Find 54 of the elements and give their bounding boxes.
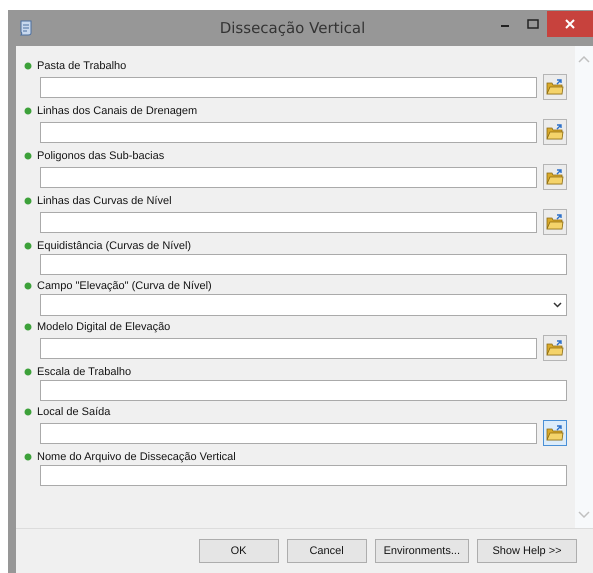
required-dot-icon [24, 323, 32, 331]
field-label: Nome do Arquivo de Dissecação Vertical [37, 451, 236, 463]
field-label: Linhas das Curvas de Nível [37, 195, 172, 207]
text-field[interactable] [40, 254, 567, 275]
field-label: Poligonos das Sub-bacias [37, 150, 164, 162]
dialog-button[interactable]: Environments... [374, 539, 469, 563]
window-title: Dissecação Vertical [218, 19, 366, 37]
folder-icon [546, 79, 564, 95]
folder-icon [546, 340, 564, 356]
field-label: Campo "Elevação" (Curva de Nível) [37, 280, 212, 292]
required-dot-icon [24, 62, 32, 70]
maximize-icon [527, 19, 539, 29]
path-field[interactable] [40, 122, 537, 142]
required-dot-icon [24, 152, 32, 160]
field-label: Linhas dos Canais de Drenagem [37, 105, 198, 117]
browse-button[interactable] [543, 335, 567, 361]
path-field[interactable] [40, 212, 537, 232]
browse-button[interactable] [543, 420, 567, 446]
dialog-button[interactable]: OK [198, 539, 279, 563]
folder-icon [546, 214, 564, 230]
scroll-up-icon[interactable] [578, 56, 590, 63]
dropdown-field[interactable] [40, 294, 567, 316]
folder-icon [546, 425, 564, 441]
required-dot-icon [24, 197, 32, 205]
field-label: Equidistância (Curvas de Nível) [37, 240, 192, 252]
field-label: Pasta de Trabalho [37, 60, 126, 72]
required-dot-icon [24, 368, 32, 376]
close-button[interactable] [547, 11, 593, 37]
required-dot-icon [24, 282, 32, 290]
required-dot-icon [24, 408, 32, 416]
close-icon [565, 19, 575, 29]
browse-button[interactable] [543, 119, 567, 145]
text-field[interactable] [40, 380, 567, 401]
folder-icon [546, 124, 564, 140]
path-field[interactable] [40, 422, 537, 444]
browse-button[interactable] [543, 209, 567, 235]
required-dot-icon [24, 453, 32, 461]
dialog-button[interactable]: Cancel [286, 539, 367, 563]
chevron-down-icon [553, 302, 562, 308]
field-label: Modelo Digital de Elevação [37, 321, 170, 333]
field-label: Escala de Trabalho [37, 366, 132, 378]
path-field[interactable] [40, 76, 537, 98]
scroll-icon [18, 19, 34, 37]
dialog-button[interactable]: Show Help >> [477, 539, 577, 563]
path-field[interactable] [40, 166, 537, 188]
browse-button[interactable] [543, 164, 567, 190]
required-dot-icon [24, 107, 32, 115]
scroll-down-icon[interactable] [578, 511, 590, 518]
folder-icon [546, 169, 564, 185]
path-field[interactable] [40, 338, 537, 358]
browse-button[interactable] [543, 74, 567, 100]
field-label: Local de Saída [37, 406, 110, 418]
required-dot-icon [24, 242, 32, 250]
text-field[interactable] [40, 465, 567, 486]
